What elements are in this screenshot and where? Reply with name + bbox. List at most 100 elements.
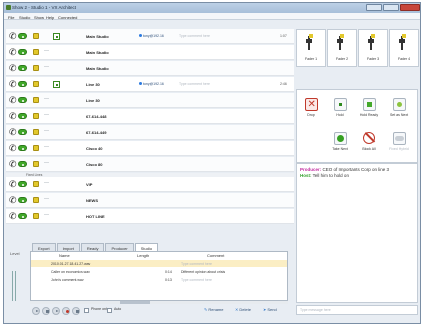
phone-handset-icon[interactable]: ✆: [9, 32, 17, 41]
file-comment[interactable]: Type comment here: [181, 278, 212, 282]
drop-button[interactable]: Drop: [299, 98, 323, 117]
flag-icon[interactable]: [33, 81, 39, 87]
on-air-icon[interactable]: [18, 129, 27, 135]
flag-icon[interactable]: [33, 113, 39, 119]
on-air-icon[interactable]: [18, 49, 27, 55]
phone-handset-icon[interactable]: ✆: [9, 144, 17, 153]
on-air-icon[interactable]: [18, 213, 27, 219]
record-button[interactable]: [62, 307, 70, 315]
send-button[interactable]: ➤Send: [263, 307, 277, 315]
on-air-icon[interactable]: [18, 197, 27, 203]
line-row[interactable]: ✆ — Main Studio: [6, 61, 294, 76]
take-next-button[interactable]: Take Next: [328, 132, 352, 151]
flag-icon[interactable]: [33, 65, 39, 71]
fader-knob-icon: [368, 34, 376, 50]
phone-handset-icon[interactable]: ✆: [9, 128, 17, 137]
on-air-icon[interactable]: [18, 113, 27, 119]
on-air-icon[interactable]: [18, 33, 27, 39]
file-comment[interactable]: Type comment here: [181, 262, 212, 266]
hold-ready-button[interactable]: Hold Ready: [357, 98, 381, 117]
phone-handset-icon[interactable]: ✆: [9, 48, 17, 57]
play-next-button[interactable]: [52, 307, 60, 315]
fixed-hybrid-button[interactable]: Fixed Hybrid: [387, 132, 411, 151]
file-row[interactable]: 2010.01.27.18.41.27.wav Type comment here: [31, 260, 287, 267]
line-row[interactable]: ✆ — 67-614-448: [6, 109, 294, 124]
flag-icon[interactable]: [33, 197, 39, 203]
fixed-line-row[interactable]: ✆ — NEWS: [6, 193, 294, 208]
phone-handset-icon[interactable]: ✆: [9, 80, 17, 89]
pause-button[interactable]: [72, 307, 80, 315]
flag-icon[interactable]: [33, 129, 39, 135]
line-row[interactable]: ✆ — 67-614-449: [6, 125, 294, 140]
flag-icon[interactable]: [33, 213, 39, 219]
phone-handset-icon[interactable]: ✆: [9, 160, 17, 169]
on-air-icon[interactable]: [18, 181, 27, 187]
horizontal-scrollbar[interactable]: [30, 301, 288, 304]
phone-handset-icon[interactable]: ✆: [9, 96, 17, 105]
play-button[interactable]: [32, 307, 40, 315]
fixed-line-row[interactable]: ✆ — VIP: [6, 177, 294, 192]
fader-2[interactable]: Fader 2: [327, 29, 357, 67]
tab-producer[interactable]: Producer: [105, 243, 134, 251]
tab-ready[interactable]: Ready: [80, 243, 105, 251]
on-air-icon[interactable]: [18, 97, 27, 103]
screen-icon[interactable]: [53, 81, 60, 88]
phone-only-checkbox[interactable]: [84, 308, 89, 313]
column-header-name[interactable]: Name: [59, 253, 70, 258]
menu-studio[interactable]: Studio: [19, 15, 30, 20]
fixed-line-row[interactable]: ✆ — HOT LINE: [6, 209, 294, 224]
file-row[interactable]: John's comment.wav 0:13 Type comment here: [31, 276, 287, 283]
minimize-button[interactable]: [366, 4, 382, 11]
tab-studio[interactable]: Studio: [134, 243, 159, 251]
phone-handset-icon[interactable]: ✆: [9, 196, 17, 205]
stop-button[interactable]: [42, 307, 50, 315]
on-air-icon[interactable]: [18, 65, 27, 71]
phone-handset-icon[interactable]: ✆: [9, 180, 17, 189]
phone-handset-icon[interactable]: ✆: [9, 64, 17, 73]
fader-3[interactable]: Fader 3: [358, 29, 388, 67]
phone-handset-icon[interactable]: ✆: [9, 112, 17, 121]
hold-button[interactable]: Hold: [328, 98, 352, 117]
chat-input[interactable]: Type message here: [296, 305, 418, 315]
phone-handset-icon[interactable]: ✆: [9, 212, 17, 221]
flag-icon[interactable]: [33, 97, 39, 103]
close-button[interactable]: [400, 4, 420, 11]
column-header-length[interactable]: Length: [137, 253, 149, 258]
line-row[interactable]: ✆ — Cisco 80: [6, 157, 294, 172]
on-air-icon[interactable]: [18, 81, 27, 87]
flag-icon[interactable]: [33, 181, 39, 187]
maximize-button[interactable]: [383, 4, 399, 11]
tab-export[interactable]: Export: [32, 243, 56, 251]
fader-1[interactable]: Fader 1: [296, 29, 326, 67]
menu-show[interactable]: Show: [34, 15, 44, 20]
menu-file[interactable]: File: [8, 15, 14, 20]
menu-help[interactable]: Help: [46, 15, 54, 20]
screen-icon[interactable]: [53, 33, 60, 40]
rename-button[interactable]: ✎Rename: [204, 307, 223, 315]
set-as-next-button[interactable]: Set as Next: [387, 98, 411, 117]
fader-4[interactable]: Fader 4: [389, 29, 419, 67]
column-header-comment[interactable]: Comment: [207, 253, 224, 258]
line-name: Main Studio: [86, 34, 109, 39]
flag-icon[interactable]: [33, 49, 39, 55]
flag-icon[interactable]: [33, 145, 39, 151]
tab-import[interactable]: Import: [56, 243, 80, 251]
file-comment[interactable]: Different opinion about crisis: [181, 270, 225, 274]
auto-checkbox[interactable]: [107, 308, 112, 313]
line-row[interactable]: ✆ Main Studio tony@192.16 Type comment here…: [6, 29, 294, 44]
call-comment-field[interactable]: Type comment here: [179, 82, 210, 86]
delete-button[interactable]: ✕Delete: [235, 307, 251, 315]
line-row[interactable]: ✆ Line 30 tony@192.16 Type comment here 2:46: [6, 77, 294, 92]
bottom-toolbar: Phone only Auto ✎Rename ✕Delete ➤Send: [30, 305, 292, 317]
block-all-button[interactable]: Block All: [357, 132, 381, 151]
on-air-icon[interactable]: [18, 145, 27, 151]
flag-icon[interactable]: [33, 161, 39, 167]
fader-knob-icon: [306, 34, 314, 50]
line-row[interactable]: ✆ — Line 30: [6, 93, 294, 108]
line-row[interactable]: ✆ — Main Studio: [6, 45, 294, 60]
line-row[interactable]: ✆ — Cisco 40: [6, 141, 294, 156]
on-air-icon[interactable]: [18, 161, 27, 167]
call-comment-field[interactable]: Type comment here: [179, 34, 210, 38]
flag-icon[interactable]: [33, 33, 39, 39]
file-row[interactable]: Caller on economics.wav 0:14 Different opi…: [31, 268, 287, 275]
